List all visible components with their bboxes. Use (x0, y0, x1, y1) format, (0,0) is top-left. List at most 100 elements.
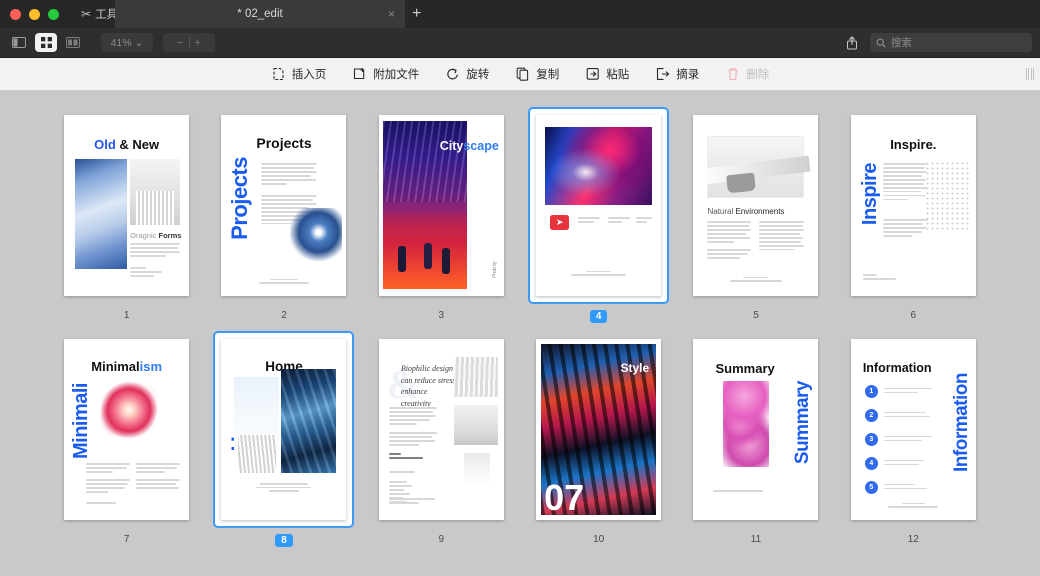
page-preview-1: Old & New Oragnic Forms (64, 115, 189, 296)
page-cell-9[interactable]: & Biophilic design can reduce stress, en… (363, 331, 520, 547)
minimize-window-button[interactable] (29, 9, 40, 20)
thumbnail-area[interactable]: Old & New Oragnic Forms 1 (0, 91, 1040, 576)
page-preview-7: Minimalism Minimali (64, 339, 189, 520)
copy-button[interactable]: 复制 (515, 66, 559, 82)
maximize-window-button[interactable] (48, 9, 59, 20)
page-number-2[interactable]: 2 (281, 310, 287, 321)
attach-file-icon (352, 67, 367, 82)
page-number-9[interactable]: 9 (439, 534, 445, 545)
page-thumbnail-2[interactable]: Projects Projects (213, 107, 354, 304)
page-column-text (578, 217, 600, 225)
page-number-7[interactable]: 7 (124, 534, 130, 545)
page-cell-7[interactable]: Minimalism Minimali (48, 331, 205, 547)
tools-icon: ✂ (81, 7, 90, 21)
extract-button[interactable]: 摘录 (655, 66, 699, 82)
new-tab-button[interactable]: + (412, 6, 421, 22)
page-cell-4[interactable]: ➤ 4 (520, 107, 677, 323)
page-number-12[interactable]: 12 (908, 534, 919, 545)
page-image (454, 357, 498, 397)
delete-button: 删除 (725, 66, 769, 82)
search-input[interactable]: 搜索 (870, 33, 1032, 52)
page-cell-12[interactable]: Information Information 1 2 (835, 331, 992, 547)
share-button[interactable] (842, 33, 862, 52)
page-cell-3[interactable]: Cityscape Photo by 3 (363, 107, 520, 323)
attach-file-label: 附加文件 (373, 66, 419, 82)
paste-icon (585, 67, 600, 82)
grid-view-button[interactable] (35, 33, 57, 52)
zoom-stepper[interactable]: − + (163, 33, 215, 52)
sidebar-icon (12, 37, 26, 48)
page-body-text (883, 219, 928, 239)
page-title-3: Cityscape (440, 139, 499, 153)
page-number-11[interactable]: 11 (751, 534, 761, 545)
page-cell-11[interactable]: Summary Summary 11 (677, 331, 834, 547)
paste-button[interactable]: 粘贴 (585, 66, 629, 82)
page-number-1[interactable]: 1 (124, 310, 130, 321)
page-cell-1[interactable]: Old & New Oragnic Forms 1 (48, 107, 205, 323)
page-thumbnail-11[interactable]: Summary Summary (685, 331, 826, 528)
page-thumbnail-9[interactable]: & Biophilic design can reduce stress, en… (371, 331, 512, 528)
zoom-in-button[interactable]: + (195, 37, 201, 49)
page-thumbnail-4[interactable]: ➤ (528, 107, 669, 304)
rotate-button[interactable]: 旋转 (445, 66, 489, 82)
page-image (75, 159, 127, 269)
page-cell-2[interactable]: Projects Projects (205, 107, 362, 323)
page-title-6: Inspire. (851, 137, 976, 152)
page-thumbnail-6[interactable]: Inspire. Inspire (843, 107, 984, 304)
page-caption (221, 483, 346, 492)
page-title-2: Projects (221, 135, 346, 151)
page-image (281, 369, 336, 473)
page-caption (693, 490, 800, 492)
window-controls (0, 9, 59, 20)
page-number-8[interactable]: 8 (275, 534, 293, 547)
page-body-text (86, 463, 130, 475)
tools-menu-button[interactable]: ✂ 工具 (81, 6, 118, 22)
extract-icon (655, 67, 670, 82)
sidebar-toggle-button[interactable] (8, 33, 30, 52)
page-number-6[interactable]: 6 (911, 310, 917, 321)
close-window-button[interactable] (10, 9, 21, 20)
page-layout-button[interactable] (62, 33, 84, 52)
action-toolbar: 插入页 附加文件 旋转 复制 (0, 58, 1040, 91)
grid-icon (40, 36, 53, 49)
page-side-title-12: Information (951, 373, 973, 472)
insert-page-icon (271, 67, 286, 82)
zoom-level-select[interactable]: 41% ⌄ (101, 33, 153, 52)
page-body-text (86, 479, 130, 495)
attach-file-button[interactable]: 附加文件 (352, 66, 419, 82)
page-quote-9: Biophilic design can reduce stress, enha… (401, 363, 459, 409)
page-cell-8[interactable]: Home Home 8 (205, 331, 362, 547)
page-thumbnail-1[interactable]: Old & New Oragnic Forms (56, 107, 197, 304)
page-footer-text (863, 274, 905, 282)
page-side-title-11: Summary (792, 381, 814, 464)
document-tab[interactable]: * 02_edit × (115, 0, 405, 28)
page-number-5[interactable]: 5 (753, 310, 759, 321)
page-thumbnail-3[interactable]: Cityscape Photo by (371, 107, 512, 304)
list-item: 3 (865, 433, 932, 446)
page-preview-12: Information Information 1 2 (851, 339, 976, 520)
page-body-text (389, 407, 437, 427)
page-body-text (136, 479, 180, 491)
page-thumbnail-7[interactable]: Minimalism Minimali (56, 331, 197, 528)
page-number-3[interactable]: 3 (439, 310, 445, 321)
page-body-text (707, 221, 751, 245)
page-column-text (636, 217, 652, 225)
page-number-4[interactable]: 4 (590, 310, 608, 323)
insert-page-button[interactable]: 插入页 (271, 66, 327, 82)
page-body-text (130, 243, 180, 259)
page-number-10[interactable]: 10 (593, 534, 604, 545)
page-thumbnail-10[interactable]: Style 07 (528, 331, 669, 528)
page-thumbnail-8[interactable]: Home Home (213, 331, 354, 528)
page-thumbnail-5[interactable]: Natural Environments (685, 107, 826, 304)
zoom-out-button[interactable]: − (177, 37, 183, 49)
close-icon[interactable]: × (388, 8, 395, 20)
page-preview-9: & Biophilic design can reduce stress, en… (379, 339, 504, 520)
toolbar-grip[interactable] (1026, 68, 1035, 80)
paste-label: 粘贴 (606, 66, 629, 82)
page-cell-10[interactable]: Style 07 10 (520, 331, 677, 547)
list-bullet-3: 3 (865, 433, 878, 446)
page-cell-6[interactable]: Inspire. Inspire (835, 107, 992, 323)
page-cell-5[interactable]: Natural Environments (677, 107, 834, 323)
page-thumbnail-12[interactable]: Information Information 1 2 (843, 331, 984, 528)
page-grid: Old & New Oragnic Forms 1 (0, 107, 1040, 547)
